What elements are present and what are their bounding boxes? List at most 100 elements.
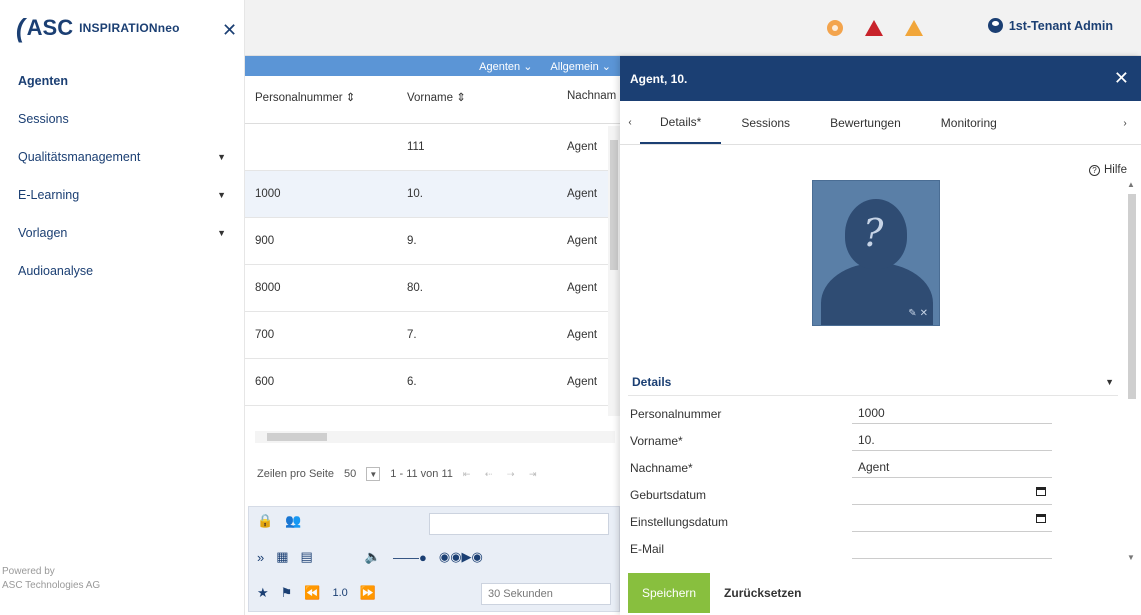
- calendar-icon[interactable]: [1036, 514, 1046, 523]
- volume-slider[interactable]: ——●: [393, 550, 427, 565]
- field-email: E-Mail: [630, 535, 1110, 562]
- table-row[interactable]: 900 9. Agent: [245, 218, 623, 265]
- sidebar-item-audioanalyse[interactable]: Audioanalyse: [0, 252, 244, 290]
- scroll-thumb[interactable]: [1128, 194, 1136, 399]
- table-row[interactable]: 1000 10. Agent: [245, 171, 623, 218]
- copy-icon[interactable]: ▤: [301, 549, 313, 565]
- details-form: Personalnummer 1000 Vorname* 10. Nachnam…: [630, 400, 1110, 562]
- tab-bewertungen[interactable]: Bewertungen: [810, 101, 921, 144]
- table-row[interactable]: 600 6. Agent: [245, 359, 623, 406]
- email-input[interactable]: [852, 539, 1052, 559]
- close-icon[interactable]: ✕: [1114, 68, 1129, 89]
- field-vorname: Vorname* 10.: [630, 427, 1110, 454]
- page-range: 1 - 11 von 11: [390, 468, 453, 480]
- chevron-down-icon: ▼: [217, 228, 226, 238]
- chevron-down-icon[interactable]: ▼: [366, 467, 381, 481]
- table-row[interactable]: 700 7. Agent: [245, 312, 623, 359]
- skip-seconds-input[interactable]: 30 Sekunden: [481, 583, 611, 605]
- chevron-down-icon: ▼: [1105, 376, 1114, 387]
- media-player: 🔒 👥 » ▦ ▤ 🔈 ——● ◉◉▶◉ ★ ⚑ ⏪ 1.0 ⏩ 30 Seku…: [248, 506, 620, 612]
- speed-down-icon[interactable]: ⏪: [304, 585, 320, 601]
- tabs-scroll-right-icon[interactable]: ›: [1115, 101, 1135, 145]
- top-bar: 1st-Tenant Admin: [245, 0, 1141, 56]
- grid-column-headers: Personalnummer ⇕ Vorname ⇕ Nachnam: [245, 76, 623, 124]
- sidebar-item-qualitaetsmanagement[interactable]: Qualitätsmanagement ▼: [0, 138, 244, 176]
- column-nachname[interactable]: Nachnam: [555, 90, 623, 102]
- chevron-down-icon: ▼: [217, 190, 226, 200]
- tabs-scroll-left-icon[interactable]: ‹: [620, 101, 640, 144]
- volume-icon[interactable]: 🔈: [365, 549, 381, 565]
- logo-mark: (ASC: [16, 12, 74, 43]
- user-lock-icon[interactable]: 👥: [285, 513, 301, 529]
- player-controls: » ▦ ▤ 🔈 ——● ◉◉▶◉: [257, 549, 483, 565]
- tab-details[interactable]: Details*: [640, 101, 722, 144]
- geburtsdatum-input[interactable]: [852, 485, 1052, 505]
- warning-icon[interactable]: [905, 20, 923, 36]
- status-icons: [827, 20, 923, 36]
- player-bottom-toolbar: ★ ⚑ ⏪ 1.0 ⏩: [257, 585, 376, 601]
- alarm-icon[interactable]: [865, 20, 883, 36]
- help-icon: ?: [1088, 164, 1100, 176]
- grid-horizontal-scrollbar[interactable]: [255, 431, 615, 443]
- save-button[interactable]: Speichern: [628, 573, 711, 613]
- logo-product: INSPIRATIONneo: [79, 21, 180, 35]
- sidebar-item-vorlagen[interactable]: Vorlagen ▼: [0, 214, 244, 252]
- scroll-down-icon[interactable]: ▼: [1127, 553, 1135, 562]
- panel-scrollbar[interactable]: ▲ ▼: [1127, 180, 1137, 562]
- sidebar-item-elearning[interactable]: E-Learning ▼: [0, 176, 244, 214]
- personalnummer-input[interactable]: 1000: [852, 404, 1052, 424]
- playback-buttons-icon[interactable]: ◉◉▶◉: [439, 549, 483, 565]
- help-link[interactable]: ? Hilfe: [1088, 164, 1127, 176]
- details-section-header[interactable]: Details ▼: [628, 368, 1118, 396]
- grid-group-headers: Agenten ⌄ Allgemein ⌄: [245, 56, 623, 76]
- table-row[interactable]: 111 Agent: [245, 124, 623, 171]
- lock-icon[interactable]: 🔒: [257, 513, 273, 529]
- tab-sessions[interactable]: Sessions: [721, 101, 810, 144]
- player-search-input[interactable]: [429, 513, 609, 535]
- star-icon[interactable]: ★: [257, 585, 269, 601]
- close-sidebar-icon[interactable]: ✕: [222, 20, 237, 41]
- sidebar-item-agenten[interactable]: Agenten: [0, 62, 244, 100]
- calendar-icon[interactable]: [1036, 487, 1046, 496]
- notification-icon[interactable]: [827, 20, 843, 36]
- group-header-allgemein[interactable]: Allgemein ⌄: [550, 60, 611, 73]
- tab-monitoring[interactable]: Monitoring: [921, 101, 1017, 144]
- pager: Zeilen pro Seite 50 ▼ 1 - 11 von 11 ⇤ ⇠ …: [245, 454, 623, 494]
- field-nachname: Nachname* Agent: [630, 454, 1110, 481]
- sidebar-item-sessions[interactable]: Sessions: [0, 100, 244, 138]
- vorname-input[interactable]: 10.: [852, 431, 1052, 451]
- pager-nav-icons[interactable]: ⇤ ⇠ ⇢ ⇥: [463, 469, 543, 480]
- agent-detail-panel: Agent, 10. ✕ ‹ Details* Sessions Bewertu…: [620, 56, 1141, 615]
- avatar[interactable]: ? ✎✕: [812, 180, 940, 326]
- column-personalnummer[interactable]: Personalnummer ⇕: [245, 90, 395, 104]
- expand-icon[interactable]: »: [257, 550, 264, 565]
- nachname-input[interactable]: Agent: [852, 458, 1052, 478]
- markers-icon[interactable]: ⚑: [281, 585, 293, 601]
- group-header-agenten[interactable]: Agenten ⌄: [479, 60, 532, 73]
- grid-vertical-scrollbar[interactable]: [608, 126, 620, 416]
- scroll-thumb[interactable]: [610, 140, 618, 270]
- reset-button[interactable]: Zurücksetzen: [724, 586, 801, 600]
- scroll-thumb[interactable]: [267, 433, 327, 441]
- powered-by: Powered by ASC Technologies AG: [2, 566, 101, 591]
- playback-speed: 1.0: [332, 587, 348, 599]
- panel-tabs: ‹ Details* Sessions Bewertungen Monitori…: [620, 101, 1141, 145]
- speed-up-icon[interactable]: ⏩: [360, 585, 376, 601]
- question-mark-icon: ?: [863, 211, 884, 255]
- panel-header: Agent, 10. ✕: [620, 56, 1141, 101]
- field-geburtsdatum: Geburtsdatum: [630, 481, 1110, 508]
- waveform-icon[interactable]: ▦: [276, 549, 288, 565]
- agent-grid: Agenten ⌄ Allgemein ⌄ Personalnummer ⇕ V…: [245, 56, 623, 506]
- rows-per-page-label: Zeilen pro Seite: [257, 468, 335, 480]
- logo: (ASC INSPIRATIONneo ✕: [0, 0, 244, 56]
- einstellungsdatum-input[interactable]: [852, 512, 1052, 532]
- chevron-down-icon: ▼: [217, 152, 226, 162]
- column-vorname[interactable]: Vorname ⇕: [395, 90, 555, 104]
- avatar-tools-icon[interactable]: ✎✕: [908, 308, 931, 319]
- panel-title: Agent, 10.: [630, 71, 688, 86]
- player-toolbar-top: 🔒 👥: [257, 513, 301, 529]
- rows-per-page-value[interactable]: 50: [344, 468, 356, 480]
- user-menu[interactable]: 1st-Tenant Admin: [987, 18, 1113, 33]
- table-row[interactable]: 8000 80. Agent: [245, 265, 623, 312]
- scroll-up-icon[interactable]: ▲: [1127, 180, 1135, 189]
